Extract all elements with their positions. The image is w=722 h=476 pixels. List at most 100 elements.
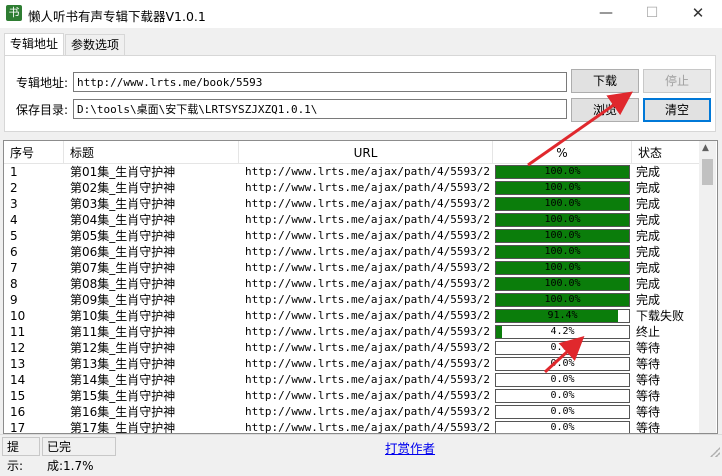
row-progress-bar: 100.0% <box>495 277 630 291</box>
row-progress-text: 100.0% <box>544 278 581 289</box>
tab-options[interactable]: 参数选项 <box>65 34 126 56</box>
row-index: 9 <box>10 293 18 307</box>
browse-button[interactable]: 浏览 <box>571 98 639 122</box>
row-title: 第05集_生肖守护神 <box>70 229 176 243</box>
row-url: http://www.lrts.me/ajax/path/4/5593/2... <box>245 309 491 322</box>
table-row[interactable]: 10 第10集_生肖守护神 http://www.lrts.me/ajax/path… <box>4 308 699 324</box>
status-hint: 提示: <box>2 437 40 473</box>
close-button[interactable]: ✕ <box>675 0 721 28</box>
row-status: 下载失败 <box>636 309 685 323</box>
scroll-up-arrow-icon[interactable]: ▲ <box>702 143 709 153</box>
table-row[interactable]: 7 第07集_生肖守护神 http://www.lrts.me/ajax/path/… <box>4 260 699 276</box>
row-index: 15 <box>10 389 26 403</box>
status-progress: 已完成:1.7% <box>42 437 116 473</box>
row-status: 完成 <box>636 261 661 275</box>
row-progress-text: 100.0% <box>544 182 581 193</box>
row-url: http://www.lrts.me/ajax/path/4/5593/2... <box>245 165 491 178</box>
table-row[interactable]: 15 第15集_生肖守护神 http://www.lrts.me/ajax/path… <box>4 388 699 404</box>
row-title: 第13集_生肖守护神 <box>70 357 176 371</box>
row-index: 6 <box>10 245 18 259</box>
column-percent[interactable]: % <box>493 141 632 163</box>
row-index: 13 <box>10 357 26 371</box>
row-index: 17 <box>10 421 26 434</box>
table-row[interactable]: 9 第09集_生肖守护神 http://www.lrts.me/ajax/path/… <box>4 292 699 308</box>
scroll-thumb[interactable] <box>702 159 713 185</box>
table-row[interactable]: 2 第02集_生肖守护神 http://www.lrts.me/ajax/path/… <box>4 180 699 196</box>
tab-album-url[interactable]: 专辑地址 <box>4 33 65 56</box>
column-index[interactable]: 序号 <box>4 141 64 163</box>
table-row[interactable]: 5 第05集_生肖守护神 http://www.lrts.me/ajax/path/… <box>4 228 699 244</box>
row-title: 第07集_生肖守护神 <box>70 261 176 275</box>
column-title[interactable]: 标题 <box>64 141 239 163</box>
table-row[interactable]: 17 第17集_生肖守护神 http://www.lrts.me/ajax/path… <box>4 420 699 434</box>
row-progress-text: 91.4% <box>547 310 578 321</box>
download-button[interactable]: 下载 <box>571 69 639 93</box>
row-title: 第03集_生肖守护神 <box>70 197 176 211</box>
table-row[interactable]: 8 第08集_生肖守护神 http://www.lrts.me/ajax/path/… <box>4 276 699 292</box>
row-status: 等待 <box>636 357 661 371</box>
list-header: 序号 标题 URL % 状态 <box>4 141 699 164</box>
row-progress-text: 0.0% <box>550 406 575 417</box>
save-dir-input[interactable]: D:\tools\桌面\安下载\LRTSYSZJXZQ1.0.1\ <box>73 99 567 119</box>
column-status[interactable]: 状态 <box>632 141 699 163</box>
donate-link[interactable]: 打赏作者 <box>385 438 435 457</box>
row-index: 8 <box>10 277 18 291</box>
row-progress-text: 4.2% <box>550 326 575 337</box>
title-bar: 书 懒人听书有声专辑下载器V1.0.1 — ☐ ✕ <box>0 0 722 28</box>
clear-button[interactable]: 清空 <box>643 98 711 122</box>
row-url: http://www.lrts.me/ajax/path/4/5593/2... <box>245 229 491 242</box>
minimize-button[interactable]: — <box>583 0 629 28</box>
row-title: 第11集_生肖守护神 <box>70 325 176 339</box>
row-progress-bar: 91.4% <box>495 309 630 323</box>
row-progress-text: 100.0% <box>544 246 581 257</box>
row-url: http://www.lrts.me/ajax/path/4/5593/2... <box>245 325 491 338</box>
stop-button[interactable]: 停止 <box>643 69 711 93</box>
maximize-button[interactable]: ☐ <box>629 0 675 28</box>
row-progress-text: 100.0% <box>544 166 581 177</box>
row-url: http://www.lrts.me/ajax/path/4/5593/2... <box>245 373 491 386</box>
album-url-input[interactable]: http://www.lrts.me/book/5593 <box>73 72 567 92</box>
row-title: 第02集_生肖守护神 <box>70 181 176 195</box>
table-row[interactable]: 12 第12集_生肖守护神 http://www.lrts.me/ajax/path… <box>4 340 699 356</box>
vertical-scrollbar[interactable]: ▲ <box>699 141 716 433</box>
row-progress-bar: 100.0% <box>495 181 630 195</box>
row-index: 14 <box>10 373 26 387</box>
table-row[interactable]: 1 第01集_生肖守护神 http://www.lrts.me/ajax/path/… <box>4 164 699 180</box>
row-progress-text: 100.0% <box>544 198 581 209</box>
row-progress-bar: 0.0% <box>495 341 630 355</box>
table-row[interactable]: 13 第13集_生肖守护神 http://www.lrts.me/ajax/path… <box>4 356 699 372</box>
row-url: http://www.lrts.me/ajax/path/4/5593/2... <box>245 341 491 354</box>
table-row[interactable]: 3 第03集_生肖守护神 http://www.lrts.me/ajax/path/… <box>4 196 699 212</box>
row-progress-text: 100.0% <box>544 262 581 273</box>
table-row[interactable]: 6 第06集_生肖守护神 http://www.lrts.me/ajax/path/… <box>4 244 699 260</box>
row-status: 等待 <box>636 341 661 355</box>
row-status: 终止 <box>636 325 661 339</box>
row-url: http://www.lrts.me/ajax/path/4/5593/2... <box>245 421 491 434</box>
table-row[interactable]: 16 第16集_生肖守护神 http://www.lrts.me/ajax/path… <box>4 404 699 420</box>
row-url: http://www.lrts.me/ajax/path/4/5593/2... <box>245 245 491 258</box>
row-progress-text: 100.0% <box>544 294 581 305</box>
row-status: 等待 <box>636 389 661 403</box>
row-title: 第08集_生肖守护神 <box>70 277 176 291</box>
table-row[interactable]: 11 第11集_生肖守护神 http://www.lrts.me/ajax/path… <box>4 324 699 340</box>
row-status: 完成 <box>636 181 661 195</box>
table-row[interactable]: 4 第04集_生肖守护神 http://www.lrts.me/ajax/path/… <box>4 212 699 228</box>
row-index: 11 <box>10 325 26 339</box>
row-progress-bar: 0.0% <box>495 421 630 433</box>
row-url: http://www.lrts.me/ajax/path/4/5593/2... <box>245 293 491 306</box>
row-status: 完成 <box>636 197 661 211</box>
table-row[interactable]: 14 第14集_生肖守护神 http://www.lrts.me/ajax/path… <box>4 372 699 388</box>
column-url[interactable]: URL <box>239 141 493 163</box>
row-status: 等待 <box>636 421 661 434</box>
row-url: http://www.lrts.me/ajax/path/4/5593/2... <box>245 357 491 370</box>
row-status: 完成 <box>636 165 661 179</box>
row-title: 第10集_生肖守护神 <box>70 309 176 323</box>
row-index: 7 <box>10 261 18 275</box>
row-title: 第12集_生肖守护神 <box>70 341 176 355</box>
row-status: 完成 <box>636 245 661 259</box>
row-url: http://www.lrts.me/ajax/path/4/5593/2... <box>245 261 491 274</box>
resize-grip-icon[interactable] <box>710 447 720 457</box>
row-title: 第06集_生肖守护神 <box>70 245 176 259</box>
download-list[interactable]: 序号 标题 URL % 状态 1 第01集_生肖守护神 http://www.lrt… <box>3 140 718 434</box>
row-progress-bar: 100.0% <box>495 213 630 227</box>
